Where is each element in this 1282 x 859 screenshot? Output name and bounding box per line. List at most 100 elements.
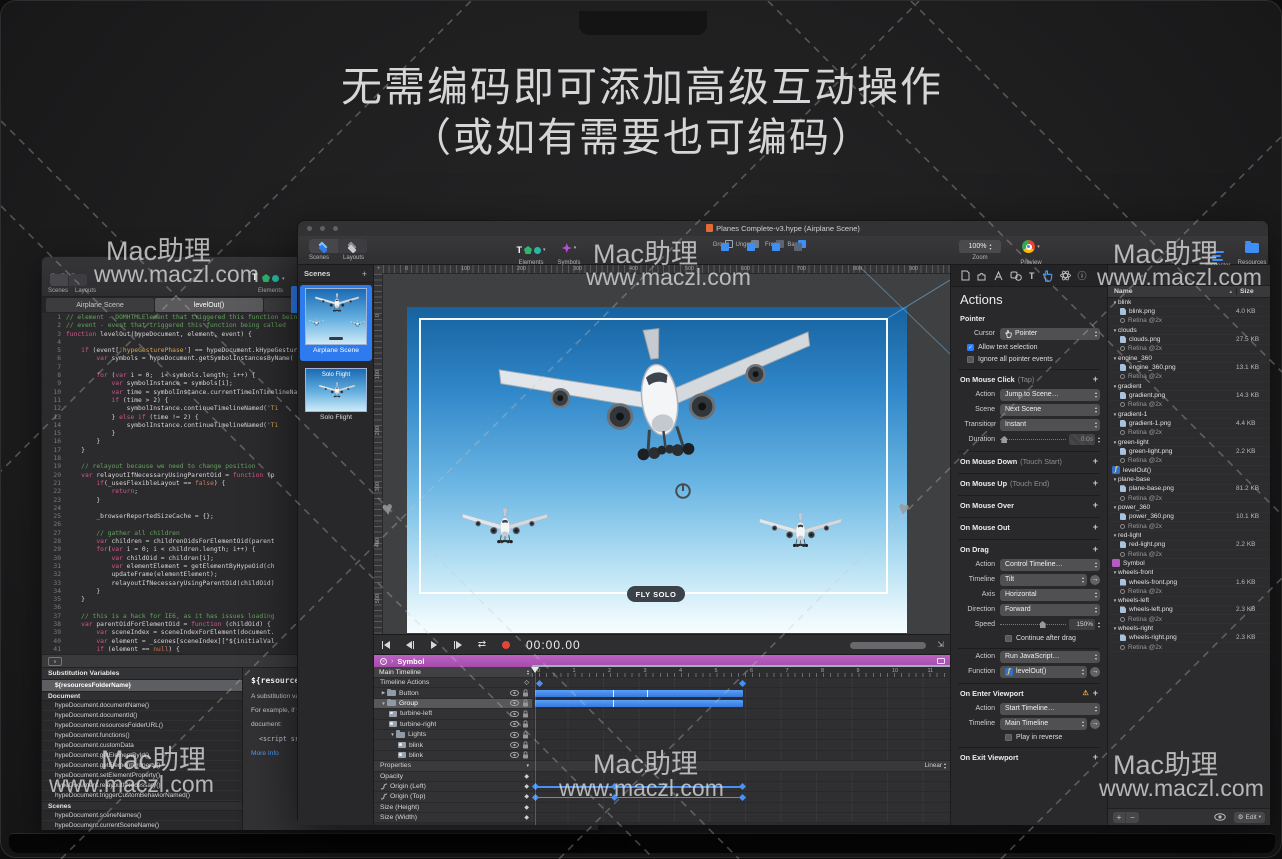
timeline-layer-name[interactable]: Opacity◆ xyxy=(374,772,532,782)
dropdown-scene[interactable]: Next Scene▴▾ xyxy=(1000,404,1100,416)
lock-icon[interactable] xyxy=(522,751,529,759)
substitution-item[interactable]: hypeDocument.resourcesFolderURL() xyxy=(42,721,242,731)
dropdown-axis[interactable]: Horizontal▴▾ xyxy=(1000,589,1100,601)
timeline-track[interactable]: Linear▴▾ xyxy=(532,761,950,771)
symbol-layers-icon[interactable] xyxy=(937,658,945,664)
tab-info-icon[interactable]: ⓘ xyxy=(1078,269,1087,282)
scenes-toolbar-button[interactable] xyxy=(50,274,68,286)
dropdown-action[interactable]: Run JavaScript…▴▾ xyxy=(1000,651,1100,663)
resource-row[interactable]: wheels-right.png2.3 KB xyxy=(1108,634,1270,643)
resource-row[interactable]: Retina @2x xyxy=(1108,587,1270,596)
resource-row[interactable]: Retina @2x xyxy=(1108,373,1270,382)
add-action-button[interactable]: + xyxy=(1093,544,1100,554)
stepper-icon[interactable]: ▴▾ xyxy=(1095,606,1097,613)
dropdown-action[interactable]: Jump to Scene…▴▾ xyxy=(1000,389,1100,401)
lock-icon[interactable] xyxy=(522,699,529,707)
elements-dropdown-arrow[interactable]: ▾ xyxy=(282,276,285,282)
back-tool[interactable]: Back xyxy=(784,240,804,248)
slider-speed[interactable]: 150%▴▾ xyxy=(1000,619,1100,630)
scenes-layouts-segment[interactable]: ScenesLayouts xyxy=(309,239,367,261)
timeline-layer-name[interactable]: blink xyxy=(374,740,532,750)
step-forward-button[interactable] xyxy=(446,641,470,649)
checkbox[interactable]: ✓ xyxy=(967,344,974,351)
timeline-track[interactable] xyxy=(532,730,950,740)
property-keyframe[interactable] xyxy=(739,794,746,801)
timeline-scrollbar[interactable] xyxy=(850,642,926,649)
add-action-button[interactable]: + xyxy=(1093,478,1100,488)
substitution-selected-item[interactable]: ${resourcesFolderName} xyxy=(42,680,242,691)
resources-tool[interactable]: Resources xyxy=(1236,240,1268,266)
resource-row[interactable]: Retina @2x xyxy=(1108,550,1270,559)
edit-resource-button[interactable]: ⚙Edit▾ xyxy=(1234,812,1265,823)
disclosure-icon[interactable]: ▼ xyxy=(380,701,387,706)
remove-resource-button[interactable]: − xyxy=(1126,812,1139,823)
resource-row[interactable]: ▼wheels-right xyxy=(1108,624,1270,633)
timeline-track[interactable] xyxy=(532,740,950,750)
timeline-layer-name[interactable]: Size (Width)◆ xyxy=(374,813,532,823)
substitution-item[interactable]: hypeDocument.getElementProperty() xyxy=(42,761,242,771)
resource-row[interactable]: Retina @2x xyxy=(1108,345,1270,354)
resource-row[interactable]: ▼red-light xyxy=(1108,531,1270,540)
resource-row[interactable]: ▼green-light xyxy=(1108,438,1270,447)
resource-row[interactable]: ▼wheels-left xyxy=(1108,597,1270,606)
resource-row[interactable]: clouds.png27.5 KB xyxy=(1108,335,1270,344)
stepper-icon[interactable]: ▴▾ xyxy=(1098,621,1100,628)
tab-physics-icon[interactable] xyxy=(1060,270,1071,281)
collapse-properties-icon[interactable]: ▾ xyxy=(526,763,529,769)
substitution-item[interactable]: hypeDocument.relayoutIfNecessary() xyxy=(42,781,242,791)
jump-to-arrow-button[interactable]: → xyxy=(1090,575,1100,585)
add-keyframe-icon[interactable]: ◆ xyxy=(524,773,529,780)
add-action-button[interactable]: + xyxy=(1093,522,1100,532)
symbols-tool[interactable]: ▾ Symbols xyxy=(554,240,584,266)
stepper-icon[interactable]: ▴▾ xyxy=(1095,406,1097,413)
preview-tool[interactable]: ▾ Preview xyxy=(1016,240,1046,266)
timeline-layer-name[interactable]: Timeline Actions◇ xyxy=(374,678,532,688)
timeline-track[interactable] xyxy=(532,709,950,719)
text-tool-icon[interactable]: T xyxy=(252,272,258,282)
checkbox-ignore-all-pointer-events[interactable]: Ignore all pointer events xyxy=(958,353,1100,365)
scene-cell-solo[interactable]: Solo Flight Solo Flight xyxy=(300,365,372,425)
timeline-track[interactable] xyxy=(532,678,950,688)
property-keyframe[interactable] xyxy=(611,794,618,801)
substitution-item[interactable]: hypeDocument.documentId() xyxy=(42,711,242,721)
stepper-icon[interactable]: ▴▾ xyxy=(1095,561,1097,568)
stepper-icon[interactable]: ▴▾ xyxy=(1095,653,1097,660)
play-button[interactable] xyxy=(422,641,446,649)
substitution-item[interactable]: hypeDocument.setElementProperty() xyxy=(42,771,242,781)
timeline-track[interactable] xyxy=(532,720,950,730)
dropdown-timeline[interactable]: Tilt▴▾ xyxy=(1000,574,1087,586)
timeline-row-lights[interactable]: ▼Lights xyxy=(374,730,950,740)
scene-canvas[interactable]: 0100200300400500600700800900 01002003004… xyxy=(374,265,950,634)
timeline-row-blink[interactable]: blink xyxy=(374,751,950,761)
dropdown-action[interactable]: Control Timeline…▴▾ xyxy=(1000,559,1100,571)
add-resource-button[interactable]: + xyxy=(1113,812,1126,823)
resource-row[interactable]: Retina @2x xyxy=(1108,522,1270,531)
resource-row[interactable]: blink.png4.0 KB xyxy=(1108,307,1270,316)
jump-to-start-button[interactable] xyxy=(374,641,398,649)
timeline-layer-name[interactable]: Size (Height)◆ xyxy=(374,803,532,813)
timeline-action-keyframe[interactable] xyxy=(739,679,746,686)
stepper-icon[interactable]: ▴▾ xyxy=(1095,591,1097,598)
add-keyframe-icon[interactable]: ◆ xyxy=(524,804,529,811)
add-action-button[interactable]: + xyxy=(1093,688,1100,698)
ungroup-tool[interactable]: Ungroup xyxy=(734,240,760,248)
visibility-eye-icon[interactable] xyxy=(510,752,519,758)
timeline-track[interactable] xyxy=(532,688,950,698)
stepper-icon[interactable]: ▴▾ xyxy=(1095,421,1097,428)
disclosure-icon[interactable]: ▼ xyxy=(389,732,396,737)
visibility-eye-icon[interactable] xyxy=(510,700,519,706)
dropdown-direction[interactable]: Forward▴▾ xyxy=(1000,604,1100,616)
timeline-row-timeline-actions[interactable]: Timeline Actions◇ xyxy=(374,678,950,688)
add-keyframe-icon[interactable]: ◆ xyxy=(524,783,529,790)
easing-curve-icon[interactable] xyxy=(380,793,388,800)
dropdown-function[interactable]: ƒlevelOut()▴▾ xyxy=(1000,666,1087,678)
resource-row[interactable]: Symbol xyxy=(1108,559,1270,568)
add-action-button[interactable]: + xyxy=(1093,500,1100,510)
group-tool[interactable]: Group xyxy=(710,240,732,248)
timeline-layer-name[interactable]: ▶Button xyxy=(374,688,532,698)
timeline-row-size-height-[interactable]: Size (Height)◆ xyxy=(374,803,950,813)
tab-actions-icon[interactable] xyxy=(1042,270,1053,282)
add-remove-resource[interactable]: +− xyxy=(1113,812,1139,823)
animation-bar[interactable] xyxy=(535,690,743,697)
disclosure-icon[interactable]: ▶ xyxy=(380,690,387,696)
